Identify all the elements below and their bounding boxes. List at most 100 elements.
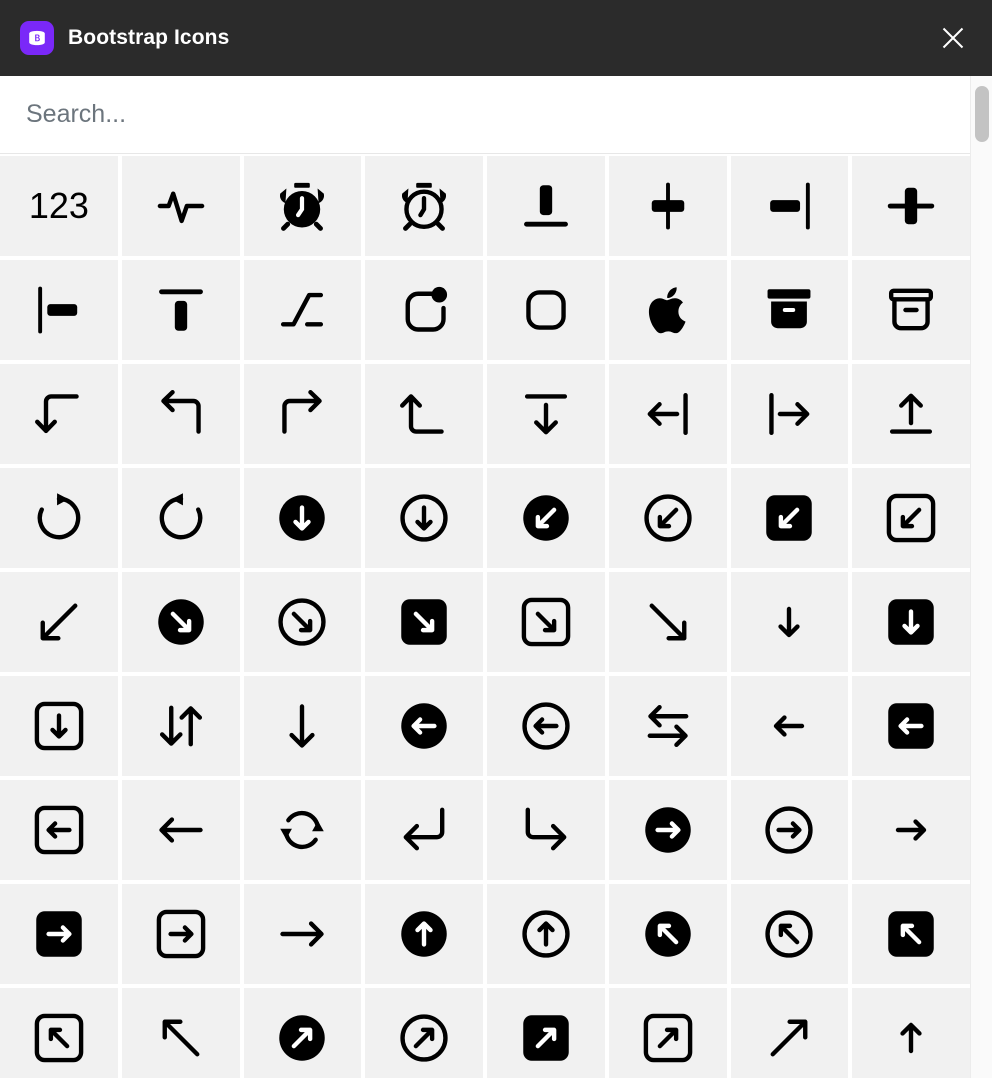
icon-cell-arrow-up-left-square-fill[interactable]	[852, 884, 970, 984]
icon-cell-arrow-bar-right[interactable]	[730, 364, 849, 464]
close-icon[interactable]	[936, 21, 970, 55]
icon-cell-arrow-90deg-right[interactable]	[243, 364, 362, 464]
icon-cell-arrow-left-circle-fill[interactable]	[365, 676, 483, 776]
icon-cell-arrow-down-circle[interactable]	[365, 468, 483, 568]
icon-cell-alt[interactable]	[243, 260, 362, 360]
icon-cell-arrow-return-left[interactable]	[365, 780, 483, 880]
icon-cell-app[interactable]	[487, 260, 605, 360]
icon-cell-arrow-repeat[interactable]	[243, 780, 362, 880]
arrow-90deg-down-icon	[33, 388, 85, 440]
icon-cell-arrow-down-right-circle-fill[interactable]	[121, 572, 240, 672]
icon-cell-arrow-down[interactable]	[243, 676, 362, 776]
icon-cell-arrow-up-circle-fill[interactable]	[365, 884, 483, 984]
icon-cell-arrow-up-left-circle-fill[interactable]	[608, 884, 727, 984]
arrow-down-left-circle-icon	[642, 492, 694, 544]
arrow-right-short-icon	[885, 804, 937, 856]
icon-cell-arrow-down-left-square[interactable]	[852, 468, 970, 568]
icon-cell-align-center[interactable]	[608, 156, 727, 256]
arrow-left-icon	[155, 804, 207, 856]
icon-cell-arrow-right[interactable]	[243, 884, 362, 984]
icon-cell-arrow-up-right-circle[interactable]	[365, 988, 483, 1078]
icon-cell-arrow-up-right[interactable]	[730, 988, 849, 1078]
icon-cell-arrow-up-left-square[interactable]	[0, 988, 118, 1078]
icon-cell-arrow-up-right-square-fill[interactable]	[487, 988, 605, 1078]
icon-cell-arrow-down-right-square-fill[interactable]	[365, 572, 483, 672]
icon-cell-arrow-90deg-down[interactable]	[0, 364, 118, 464]
arrow-right-square-icon	[155, 908, 207, 960]
icon-cell-arrow-right-circle[interactable]	[730, 780, 849, 880]
scrollbar-thumb[interactable]	[975, 86, 989, 142]
icon-cell-align-bottom[interactable]	[487, 156, 605, 256]
icon-cell-arrow-left-circle[interactable]	[487, 676, 605, 776]
icon-cell-arrow-bar-up[interactable]	[852, 364, 970, 464]
icon-cell-arrow-counterclockwise[interactable]	[121, 468, 240, 568]
icon-cell-arrow-down-left-square-fill[interactable]	[730, 468, 849, 568]
icon-cell-arrow-down-left-circle[interactable]	[608, 468, 727, 568]
icon-cell-align-middle[interactable]	[852, 156, 970, 256]
icon-cell-arrow-return-right[interactable]	[487, 780, 605, 880]
arrow-left-circle-fill-icon	[398, 700, 450, 752]
icon-cell-arrow-clockwise[interactable]	[0, 468, 118, 568]
icon-cell-arrow-down-circle-fill[interactable]	[243, 468, 362, 568]
arrow-90deg-left-icon	[155, 388, 207, 440]
icon-cell-arrow-right-square-fill[interactable]	[0, 884, 118, 984]
icon-cell-arrow-down-left-circle-fill[interactable]	[487, 468, 605, 568]
arrow-left-square-fill-icon	[885, 700, 937, 752]
icon-cell-arrow-left-square[interactable]	[0, 780, 118, 880]
arrow-return-left-icon	[398, 804, 450, 856]
icon-cell-arrow-right-short[interactable]	[852, 780, 970, 880]
icon-cell-arrow-right-square[interactable]	[121, 884, 240, 984]
icon-cell-alarm-fill[interactable]	[243, 156, 362, 256]
icon-cell-123[interactable]: 123	[0, 156, 118, 256]
icon-cell-arrow-down-right[interactable]	[608, 572, 727, 672]
icon-cell-align-start[interactable]	[0, 260, 118, 360]
icon-cell-arrow-down-left[interactable]	[0, 572, 118, 672]
icon-cell-arrow-up-short[interactable]	[852, 988, 970, 1078]
arrow-up-left-icon	[155, 1012, 207, 1064]
arrow-up-right-circle-icon	[398, 1012, 450, 1064]
icon-cell-archive[interactable]	[852, 260, 970, 360]
icon-cell-align-top[interactable]	[121, 260, 240, 360]
icon-cell-arrow-down-right-square[interactable]	[487, 572, 605, 672]
icon-cell-activity[interactable]	[121, 156, 240, 256]
icon-cell-arrow-left-right[interactable]	[608, 676, 727, 776]
icon-cell-arrow-right-circle-fill[interactable]	[608, 780, 727, 880]
icon-cell-arrow-down-up[interactable]	[121, 676, 240, 776]
arrow-up-circle-fill-icon	[398, 908, 450, 960]
arrow-up-left-circle-fill-icon	[642, 908, 694, 960]
arrow-return-right-icon	[520, 804, 572, 856]
arrow-bar-right-icon	[763, 388, 815, 440]
align-end-icon	[763, 180, 815, 232]
arrow-up-right-square-icon	[642, 1012, 694, 1064]
icon-cell-arrow-90deg-left[interactable]	[121, 364, 240, 464]
icon-cell-arrow-bar-down[interactable]	[487, 364, 605, 464]
vertical-scrollbar[interactable]	[970, 76, 992, 1078]
icon-cell-arrow-up-right-circle-fill[interactable]	[243, 988, 362, 1078]
search-input[interactable]	[26, 100, 970, 129]
arrow-bar-up-icon	[885, 388, 937, 440]
align-top-icon	[155, 284, 207, 336]
icon-cell-arrow-bar-left[interactable]	[608, 364, 727, 464]
icon-cell-arrow-down-short[interactable]	[730, 572, 849, 672]
icon-cell-archive-fill[interactable]	[730, 260, 849, 360]
icon-cell-arrow-left-short[interactable]	[730, 676, 849, 776]
arrow-90deg-up-icon	[398, 388, 450, 440]
icon-cell-arrow-up-right-square[interactable]	[608, 988, 727, 1078]
arrow-up-right-icon	[763, 1012, 815, 1064]
icon-cell-arrow-up-circle[interactable]	[487, 884, 605, 984]
icon-cell-apple[interactable]	[608, 260, 727, 360]
align-center-icon	[642, 180, 694, 232]
icon-cell-arrow-down-right-circle[interactable]	[243, 572, 362, 672]
icon-cell-align-end[interactable]	[730, 156, 849, 256]
icon-cell-arrow-down-square[interactable]	[0, 676, 118, 776]
arrow-right-circle-icon	[763, 804, 815, 856]
archive-icon	[885, 284, 937, 336]
icon-cell-app-indicator[interactable]	[365, 260, 483, 360]
icon-cell-arrow-up-left-circle[interactable]	[730, 884, 849, 984]
icon-cell-alarm[interactable]	[365, 156, 483, 256]
icon-cell-arrow-left-square-fill[interactable]	[852, 676, 970, 776]
icon-cell-arrow-left[interactable]	[121, 780, 240, 880]
icon-cell-arrow-90deg-up[interactable]	[365, 364, 483, 464]
icon-cell-arrow-up-left[interactable]	[121, 988, 240, 1078]
icon-cell-arrow-down-square-fill[interactable]	[852, 572, 970, 672]
